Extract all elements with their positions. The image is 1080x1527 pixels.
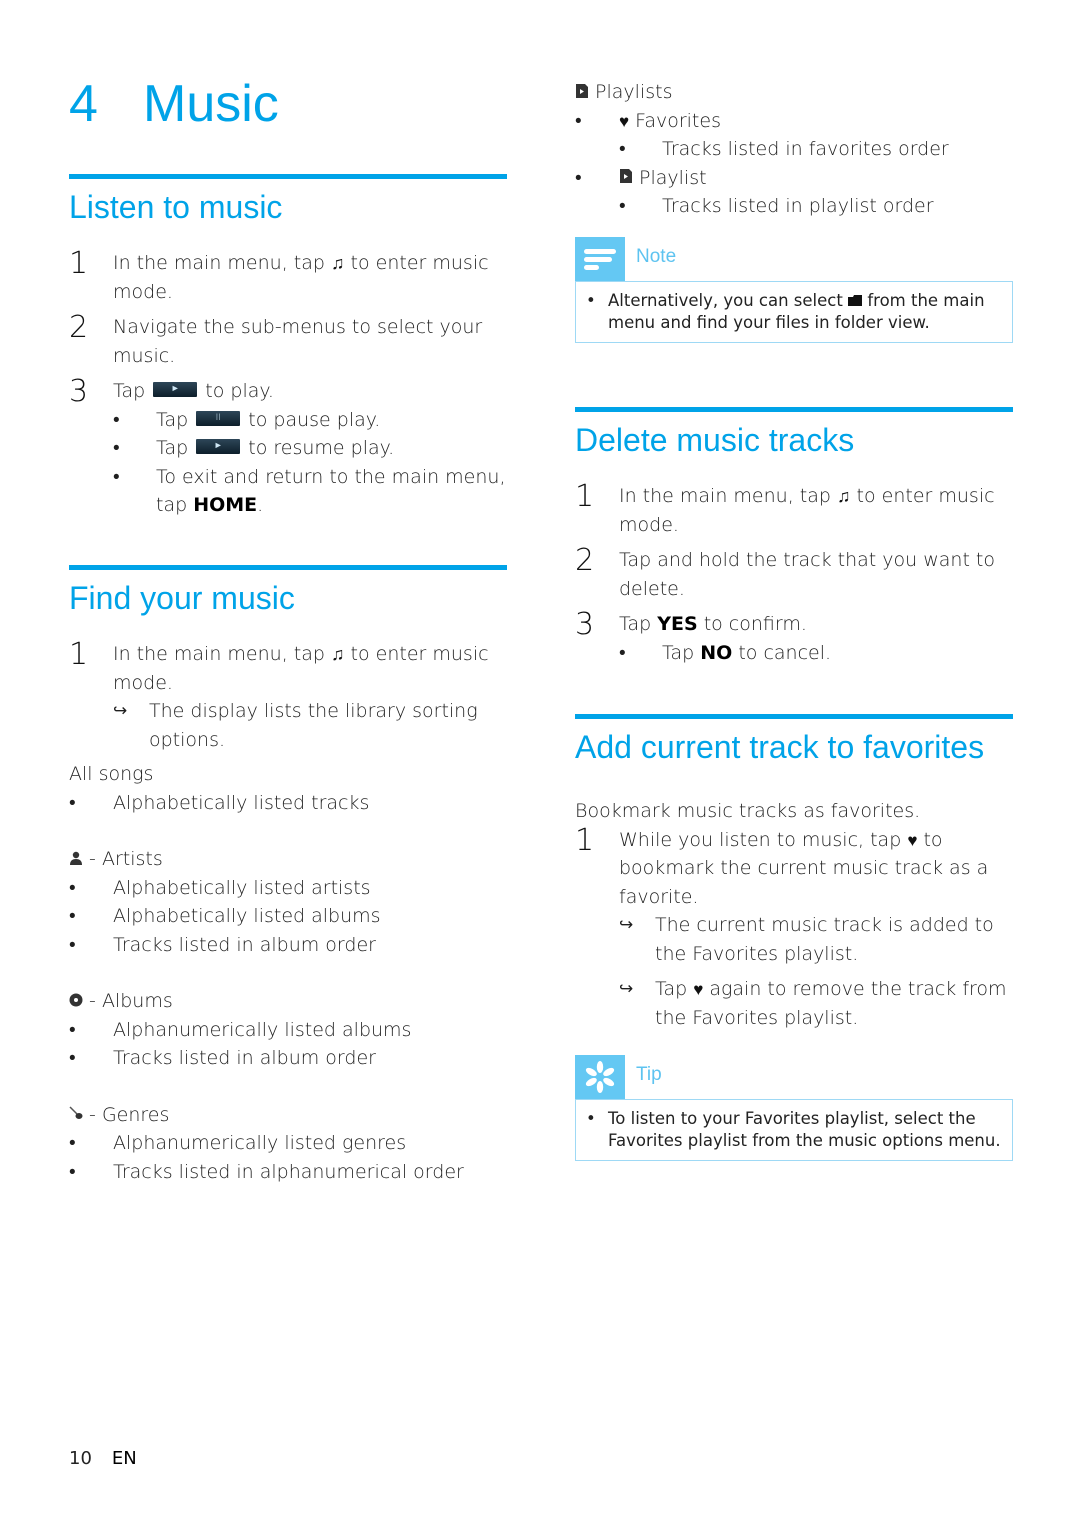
section-heading: Listen to music xyxy=(69,189,283,225)
section-rule xyxy=(69,565,507,570)
step-number: 1 xyxy=(69,246,89,281)
bullet-item: • To exit and return to the main menu, t… xyxy=(113,465,506,517)
note-label: Note xyxy=(636,246,677,267)
play-button-icon: ► xyxy=(196,439,241,454)
folder-icon xyxy=(848,295,863,306)
heart-icon: ♥ xyxy=(907,830,918,851)
playlists-group: Playlists • ♥ Favorites • Tracks listed i… xyxy=(575,81,949,217)
step-number: 2 xyxy=(69,310,89,345)
section-heading: Find your music xyxy=(69,580,295,616)
genre-icon xyxy=(69,1106,83,1119)
section-listen-to-music: Listen to music 1 In the main menu, tap … xyxy=(69,174,507,520)
group-artists: - Artists • Alphabetically listed artists… xyxy=(69,848,381,956)
chapter-number: 4 xyxy=(69,75,98,133)
bullet-item: • Tap NO to cancel. xyxy=(619,641,832,664)
yes-keyword: YES xyxy=(657,613,698,635)
music-note-icon: ♫ xyxy=(836,486,851,507)
intro-text: Bookmark music tracks as favorites. xyxy=(575,800,921,822)
group-genres: - Genres • Alphanumerically listed genres… xyxy=(69,1103,464,1183)
step-3: 3 Tap ► to play. xyxy=(69,374,274,409)
result-item: ↪ The current music track is added to th… xyxy=(575,911,1013,968)
result-item: ↪ The display lists the library sorting … xyxy=(69,697,507,754)
section-add-to-favorites: Add current track to favorites Bookmark … xyxy=(575,714,1013,1032)
group-all-songs: All songs • Alphabetically listed tracks xyxy=(69,763,370,814)
chapter-name: Music xyxy=(143,75,279,133)
music-note-icon: ♫ xyxy=(330,253,345,274)
no-keyword: NO xyxy=(700,641,733,664)
step-3: 3 Tap YES to confirm. xyxy=(575,607,807,642)
step-2: 2 Navigate the sub-menus to select your … xyxy=(69,310,483,367)
heart-icon: ♥ xyxy=(693,980,704,1000)
step-2: 2 Tap and hold the track that you want t… xyxy=(575,543,996,600)
page-number: 10 xyxy=(69,1448,92,1469)
note-box: Note • Alternatively, you can select fro… xyxy=(575,237,1013,343)
note-lines-icon xyxy=(575,237,625,281)
play-button-icon: ► xyxy=(153,382,198,397)
tip-box: Tip • To listen to your Favorites playli… xyxy=(575,1055,1013,1161)
arrow-icon: ↪ xyxy=(619,979,634,999)
page-footer: 10 EN xyxy=(69,1448,137,1469)
bullet-item: • Tap II to pause play. xyxy=(113,408,381,431)
section-rule xyxy=(575,714,1013,719)
chapter-title: 4 Music xyxy=(69,72,279,136)
tip-asterisk-icon xyxy=(575,1055,625,1099)
group-albums: - Albums • Alphanumerically listed albums… xyxy=(69,990,412,1069)
language-code: EN xyxy=(111,1448,137,1469)
section-rule xyxy=(575,407,1013,412)
section-find-your-music: Find your music 1 In the main menu, tap … xyxy=(69,565,507,1186)
home-keyword: HOME xyxy=(193,494,258,516)
playlists-icon xyxy=(576,83,588,98)
section-rule xyxy=(69,174,507,179)
arrow-icon: ↪ xyxy=(619,915,634,935)
step-1: 1 In the main menu, tap ♫ to enter music… xyxy=(575,479,995,536)
step-1: 1 In the main menu, tap ♫ to enter music… xyxy=(69,637,489,694)
result-item: ↪ Tap ♥ again to remove the track from t… xyxy=(575,975,1013,1032)
album-icon xyxy=(69,993,83,1006)
pause-button-icon: II xyxy=(196,410,241,426)
playlist-icon xyxy=(620,169,632,183)
section-heading: Delete music tracks xyxy=(575,422,855,458)
bullet-item: • Tap ► to resume play. xyxy=(113,437,395,459)
heart-icon: ♥ xyxy=(619,111,630,132)
step-1: 1 While you listen to music, tap ♥ to bo… xyxy=(575,822,989,908)
step-1: 1 In the main menu, tap ♫ to enter music… xyxy=(69,246,489,303)
section-delete-music-tracks: Delete music tracks 1 In the main menu, … xyxy=(575,407,1013,667)
music-note-icon: ♫ xyxy=(330,644,345,665)
arrow-icon: ↪ xyxy=(113,701,128,721)
step-number: 3 xyxy=(69,374,89,409)
artist-icon xyxy=(70,851,82,865)
tip-label: Tip xyxy=(636,1064,662,1085)
section-heading: Add current track to favorites xyxy=(575,729,985,765)
